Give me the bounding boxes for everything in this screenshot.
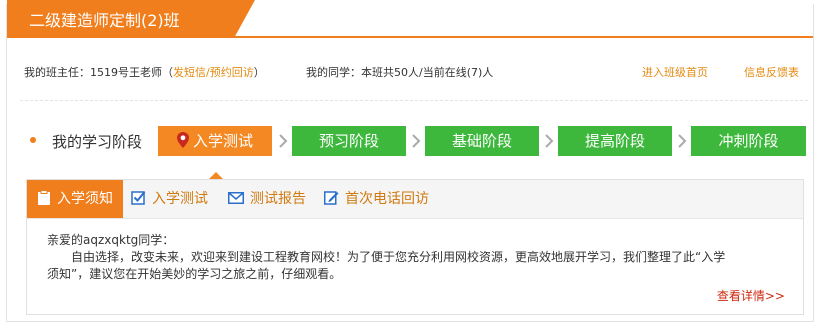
tab-label: 入学测试 [152, 191, 208, 207]
stage-label-text: 入学测试 [192, 132, 253, 150]
stage-improvement[interactable]: 提高阶段 [558, 126, 672, 156]
stage-label-text: 基础阶段 [451, 132, 512, 150]
divider [20, 100, 808, 101]
enter-class-home-link[interactable]: 进入班级首页 [642, 64, 708, 80]
chevron-right-icon [545, 134, 554, 148]
tab-first-phone-callback[interactable]: 首次电话回访 [324, 180, 429, 218]
teacher-info: 我的班主任：1519号王老师（发短信/预约回访） [24, 64, 265, 80]
stage-preview[interactable]: 预习阶段 [292, 126, 406, 156]
bullet-icon [30, 137, 36, 143]
stage-entrance-test[interactable]: 入学测试 [158, 126, 272, 156]
tab-label: 首次电话回访 [345, 191, 429, 207]
chevron-right-icon [678, 134, 687, 148]
tab-test-report[interactable]: 测试报告 [228, 180, 306, 218]
class-title: 二级建造师定制(2)班 [29, 11, 180, 30]
clipboard-icon [38, 189, 50, 205]
tab-entrance-test[interactable]: 入学测试 [131, 180, 208, 218]
classmates-info: 我的同学：本班共50人/当前在线(7)人 [306, 66, 494, 79]
stage-sprint[interactable]: 冲刺阶段 [691, 126, 806, 156]
book-callback-link[interactable]: 预约回访 [210, 66, 254, 79]
stage-label-text: 预习阶段 [318, 132, 379, 150]
stage-label-text: 冲刺阶段 [718, 132, 779, 150]
chevron-right-icon [279, 134, 288, 148]
notice-body-line-2: 须知”，建议您在开始美妙的学习之旅之前，仔细观看。 [47, 267, 342, 281]
tab-enrollment-notice[interactable]: 入学须知 [27, 180, 123, 218]
stage-label-text: 提高阶段 [584, 132, 645, 150]
greeting: 亲爱的aqzxqktg同学： [47, 233, 175, 247]
stage-foundation[interactable]: 基础阶段 [425, 126, 539, 156]
tab-label: 入学须知 [57, 191, 113, 207]
send-sms-link[interactable]: 发短信 [173, 66, 206, 79]
teacher-label: 我的班主任：1519号王老师（ [24, 66, 173, 79]
feedback-form-link[interactable]: 信息反馈表 [744, 64, 799, 80]
location-pin-icon [176, 132, 189, 148]
pencil-icon [324, 191, 339, 205]
tab-label: 测试报告 [250, 191, 306, 207]
tab-bar: 入学须知 入学测试 测试报告 首次电话回访 [27, 180, 803, 219]
stage-label: 我的学习阶段 [52, 133, 143, 151]
envelope-icon [228, 191, 244, 204]
view-details-link[interactable]: 查看详情>> [717, 287, 785, 304]
chevron-right-icon [412, 134, 421, 148]
checkbox-icon [131, 191, 146, 205]
notice-content: 亲爱的aqzxqktg同学： 自由选择，改变未来，欢迎来到建设工程教育网校！为了… [47, 232, 787, 283]
close-paren: ） [253, 66, 265, 79]
notice-body-line-1: 自由选择，改变未来，欢迎来到建设工程教育网校！为了便于您充分利用网校资源，更高效… [71, 250, 726, 264]
info-panel: 入学须知 入学测试 测试报告 首次电话回访 亲爱的aqzxqktg同学： 自由选… [26, 179, 804, 315]
